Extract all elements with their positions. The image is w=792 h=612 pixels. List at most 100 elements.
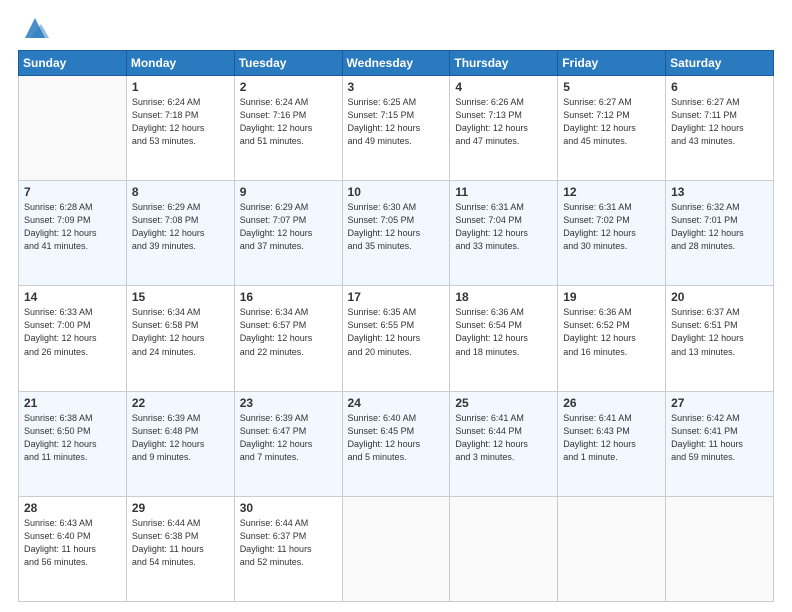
calendar-day-cell: 28 Sunrise: 6:43 AM Sunset: 6:40 PM Dayli… — [19, 496, 127, 601]
day-number: 5 — [563, 80, 660, 94]
calendar-day-cell: 27 Sunrise: 6:42 AM Sunset: 6:41 PM Dayli… — [666, 391, 774, 496]
calendar-day-cell: 12Sunrise: 6:31 AM Sunset: 7:02 PM Dayli… — [558, 181, 666, 286]
day-info: Sunrise: 6:26 AM Sunset: 7:13 PM Dayligh… — [455, 96, 552, 148]
weekday-header: Saturday — [666, 51, 774, 76]
day-info: Sunrise: 6:44 AM Sunset: 6:38 PM Dayligh… — [132, 517, 229, 569]
day-info: Sunrise: 6:41 AM Sunset: 6:44 PM Dayligh… — [455, 412, 552, 464]
day-number: 23 — [240, 396, 337, 410]
day-info: Sunrise: 6:37 AM Sunset: 6:51 PM Dayligh… — [671, 306, 768, 358]
calendar-day-cell — [558, 496, 666, 601]
calendar-day-cell: 20 Sunrise: 6:37 AM Sunset: 6:51 PM Dayli… — [666, 286, 774, 391]
day-info: Sunrise: 6:38 AM Sunset: 6:50 PM Dayligh… — [24, 412, 121, 464]
calendar-day-cell: 25 Sunrise: 6:41 AM Sunset: 6:44 PM Dayli… — [450, 391, 558, 496]
day-number: 21 — [24, 396, 121, 410]
calendar-week-row: 21 Sunrise: 6:38 AM Sunset: 6:50 PM Dayli… — [19, 391, 774, 496]
day-info: Sunrise: 6:36 AM Sunset: 6:52 PM Dayligh… — [563, 306, 660, 358]
day-number: 6 — [671, 80, 768, 94]
calendar-day-cell: 4 Sunrise: 6:26 AM Sunset: 7:13 PM Daylig… — [450, 76, 558, 181]
day-info: Sunrise: 6:35 AM Sunset: 6:55 PM Dayligh… — [348, 306, 445, 358]
day-info: Sunrise: 6:44 AM Sunset: 6:37 PM Dayligh… — [240, 517, 337, 569]
day-info: Sunrise: 6:34 AM Sunset: 6:58 PM Dayligh… — [132, 306, 229, 358]
calendar-week-row: 1 Sunrise: 6:24 AM Sunset: 7:18 PM Daylig… — [19, 76, 774, 181]
day-info: Sunrise: 6:36 AM Sunset: 6:54 PM Dayligh… — [455, 306, 552, 358]
day-info: Sunrise: 6:31 AM Sunset: 7:04 PM Dayligh… — [455, 201, 552, 253]
header — [18, 18, 774, 42]
day-number: 29 — [132, 501, 229, 515]
day-number: 15 — [132, 290, 229, 304]
calendar-day-cell: 16 Sunrise: 6:34 AM Sunset: 6:57 PM Dayli… — [234, 286, 342, 391]
calendar-day-cell: 2 Sunrise: 6:24 AM Sunset: 7:16 PM Daylig… — [234, 76, 342, 181]
day-info: Sunrise: 6:42 AM Sunset: 6:41 PM Dayligh… — [671, 412, 768, 464]
day-number: 16 — [240, 290, 337, 304]
calendar-day-cell: 9 Sunrise: 6:29 AM Sunset: 7:07 PM Daylig… — [234, 181, 342, 286]
day-info: Sunrise: 6:33 AM Sunset: 7:00 PM Dayligh… — [24, 306, 121, 358]
day-info: Sunrise: 6:34 AM Sunset: 6:57 PM Dayligh… — [240, 306, 337, 358]
calendar-day-cell: 17 Sunrise: 6:35 AM Sunset: 6:55 PM Dayli… — [342, 286, 450, 391]
calendar-day-cell: 26 Sunrise: 6:41 AM Sunset: 6:43 PM Dayli… — [558, 391, 666, 496]
calendar-day-cell: 29 Sunrise: 6:44 AM Sunset: 6:38 PM Dayli… — [126, 496, 234, 601]
calendar-day-cell: 19 Sunrise: 6:36 AM Sunset: 6:52 PM Dayli… — [558, 286, 666, 391]
day-info: Sunrise: 6:43 AM Sunset: 6:40 PM Dayligh… — [24, 517, 121, 569]
calendar-day-cell: 22 Sunrise: 6:39 AM Sunset: 6:48 PM Dayli… — [126, 391, 234, 496]
day-number: 3 — [348, 80, 445, 94]
calendar-week-row: 28 Sunrise: 6:43 AM Sunset: 6:40 PM Dayli… — [19, 496, 774, 601]
day-number: 28 — [24, 501, 121, 515]
day-number: 20 — [671, 290, 768, 304]
calendar-week-row: 7 Sunrise: 6:28 AM Sunset: 7:09 PM Daylig… — [19, 181, 774, 286]
day-info: Sunrise: 6:39 AM Sunset: 6:48 PM Dayligh… — [132, 412, 229, 464]
weekday-header: Sunday — [19, 51, 127, 76]
calendar-day-cell: 24 Sunrise: 6:40 AM Sunset: 6:45 PM Dayli… — [342, 391, 450, 496]
page: SundayMondayTuesdayWednesdayThursdayFrid… — [0, 0, 792, 612]
day-info: Sunrise: 6:24 AM Sunset: 7:18 PM Dayligh… — [132, 96, 229, 148]
day-number: 25 — [455, 396, 552, 410]
day-info: Sunrise: 6:29 AM Sunset: 7:08 PM Dayligh… — [132, 201, 229, 253]
day-info: Sunrise: 6:32 AM Sunset: 7:01 PM Dayligh… — [671, 201, 768, 253]
weekday-header: Monday — [126, 51, 234, 76]
calendar-day-cell: 14Sunrise: 6:33 AM Sunset: 7:00 PM Dayli… — [19, 286, 127, 391]
day-number: 2 — [240, 80, 337, 94]
day-info: Sunrise: 6:31 AM Sunset: 7:02 PM Dayligh… — [563, 201, 660, 253]
day-number: 22 — [132, 396, 229, 410]
day-number: 13 — [671, 185, 768, 199]
day-info: Sunrise: 6:40 AM Sunset: 6:45 PM Dayligh… — [348, 412, 445, 464]
day-info: Sunrise: 6:27 AM Sunset: 7:12 PM Dayligh… — [563, 96, 660, 148]
logo-icon — [21, 14, 49, 42]
day-info: Sunrise: 6:28 AM Sunset: 7:09 PM Dayligh… — [24, 201, 121, 253]
calendar-day-cell: 10Sunrise: 6:30 AM Sunset: 7:05 PM Dayli… — [342, 181, 450, 286]
day-number: 4 — [455, 80, 552, 94]
day-info: Sunrise: 6:24 AM Sunset: 7:16 PM Dayligh… — [240, 96, 337, 148]
calendar-day-cell: 3Sunrise: 6:25 AM Sunset: 7:15 PM Daylig… — [342, 76, 450, 181]
day-number: 24 — [348, 396, 445, 410]
calendar-day-cell: 5 Sunrise: 6:27 AM Sunset: 7:12 PM Daylig… — [558, 76, 666, 181]
calendar-day-cell: 30Sunrise: 6:44 AM Sunset: 6:37 PM Dayli… — [234, 496, 342, 601]
day-number: 9 — [240, 185, 337, 199]
day-number: 26 — [563, 396, 660, 410]
calendar-day-cell — [450, 496, 558, 601]
day-number: 7 — [24, 185, 121, 199]
day-number: 27 — [671, 396, 768, 410]
calendar-day-cell: 15 Sunrise: 6:34 AM Sunset: 6:58 PM Dayli… — [126, 286, 234, 391]
weekday-header: Wednesday — [342, 51, 450, 76]
weekday-header: Thursday — [450, 51, 558, 76]
day-info: Sunrise: 6:27 AM Sunset: 7:11 PM Dayligh… — [671, 96, 768, 148]
calendar-day-cell: 13 Sunrise: 6:32 AM Sunset: 7:01 PM Dayli… — [666, 181, 774, 286]
day-info: Sunrise: 6:29 AM Sunset: 7:07 PM Dayligh… — [240, 201, 337, 253]
calendar-day-cell: 18 Sunrise: 6:36 AM Sunset: 6:54 PM Dayli… — [450, 286, 558, 391]
day-number: 18 — [455, 290, 552, 304]
day-number: 11 — [455, 185, 552, 199]
day-number: 17 — [348, 290, 445, 304]
calendar-day-cell — [19, 76, 127, 181]
weekday-header: Tuesday — [234, 51, 342, 76]
calendar-day-cell: 11 Sunrise: 6:31 AM Sunset: 7:04 PM Dayli… — [450, 181, 558, 286]
day-number: 19 — [563, 290, 660, 304]
calendar-day-cell: 7 Sunrise: 6:28 AM Sunset: 7:09 PM Daylig… — [19, 181, 127, 286]
calendar-day-cell — [666, 496, 774, 601]
calendar-day-cell: 23Sunrise: 6:39 AM Sunset: 6:47 PM Dayli… — [234, 391, 342, 496]
calendar-day-cell: 1 Sunrise: 6:24 AM Sunset: 7:18 PM Daylig… — [126, 76, 234, 181]
day-number: 1 — [132, 80, 229, 94]
weekday-header: Friday — [558, 51, 666, 76]
calendar-header-row: SundayMondayTuesdayWednesdayThursdayFrid… — [19, 51, 774, 76]
day-number: 8 — [132, 185, 229, 199]
day-info: Sunrise: 6:41 AM Sunset: 6:43 PM Dayligh… — [563, 412, 660, 464]
day-info: Sunrise: 6:30 AM Sunset: 7:05 PM Dayligh… — [348, 201, 445, 253]
